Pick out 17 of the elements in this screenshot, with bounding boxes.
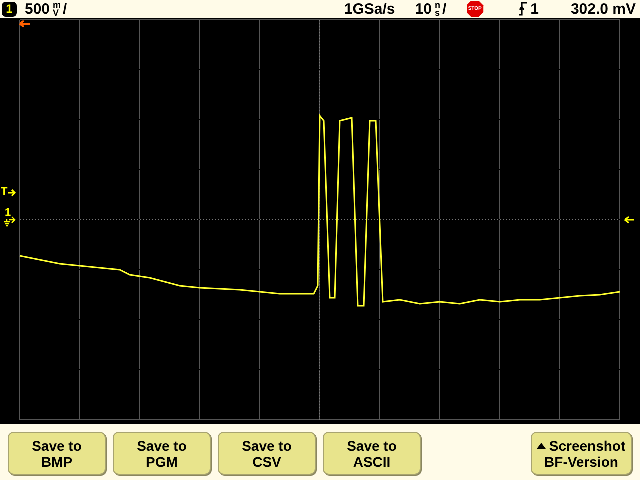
up-triangle-icon <box>537 442 546 448</box>
arrow-icon <box>7 189 16 197</box>
trigger-level-arrow-icon <box>624 216 635 224</box>
rising-edge-icon <box>518 2 528 16</box>
channel-badge: 1 <box>2 2 17 16</box>
sample-rate-label: 1GSa/s <box>344 0 396 18</box>
trigger-level-label: 302.0 mV <box>570 0 636 18</box>
ground-arrow-icon <box>3 216 16 227</box>
trigger-marker-label: T <box>1 187 8 198</box>
softkey-button[interactable]: Save to CSV <box>218 432 316 475</box>
softkey-button[interactable]: Save to ASCII <box>323 432 421 475</box>
channel-marker-label: 1 <box>5 208 12 219</box>
softkey-button[interactable]: Save to PGM <box>113 432 211 475</box>
trigger-position-arrow-icon <box>19 20 31 28</box>
trigger-source-label: 1 <box>530 0 539 18</box>
softkey-button[interactable]: Screenshot BF-Version <box>531 432 632 475</box>
softkey-button[interactable]: Save to BMP <box>8 432 106 475</box>
